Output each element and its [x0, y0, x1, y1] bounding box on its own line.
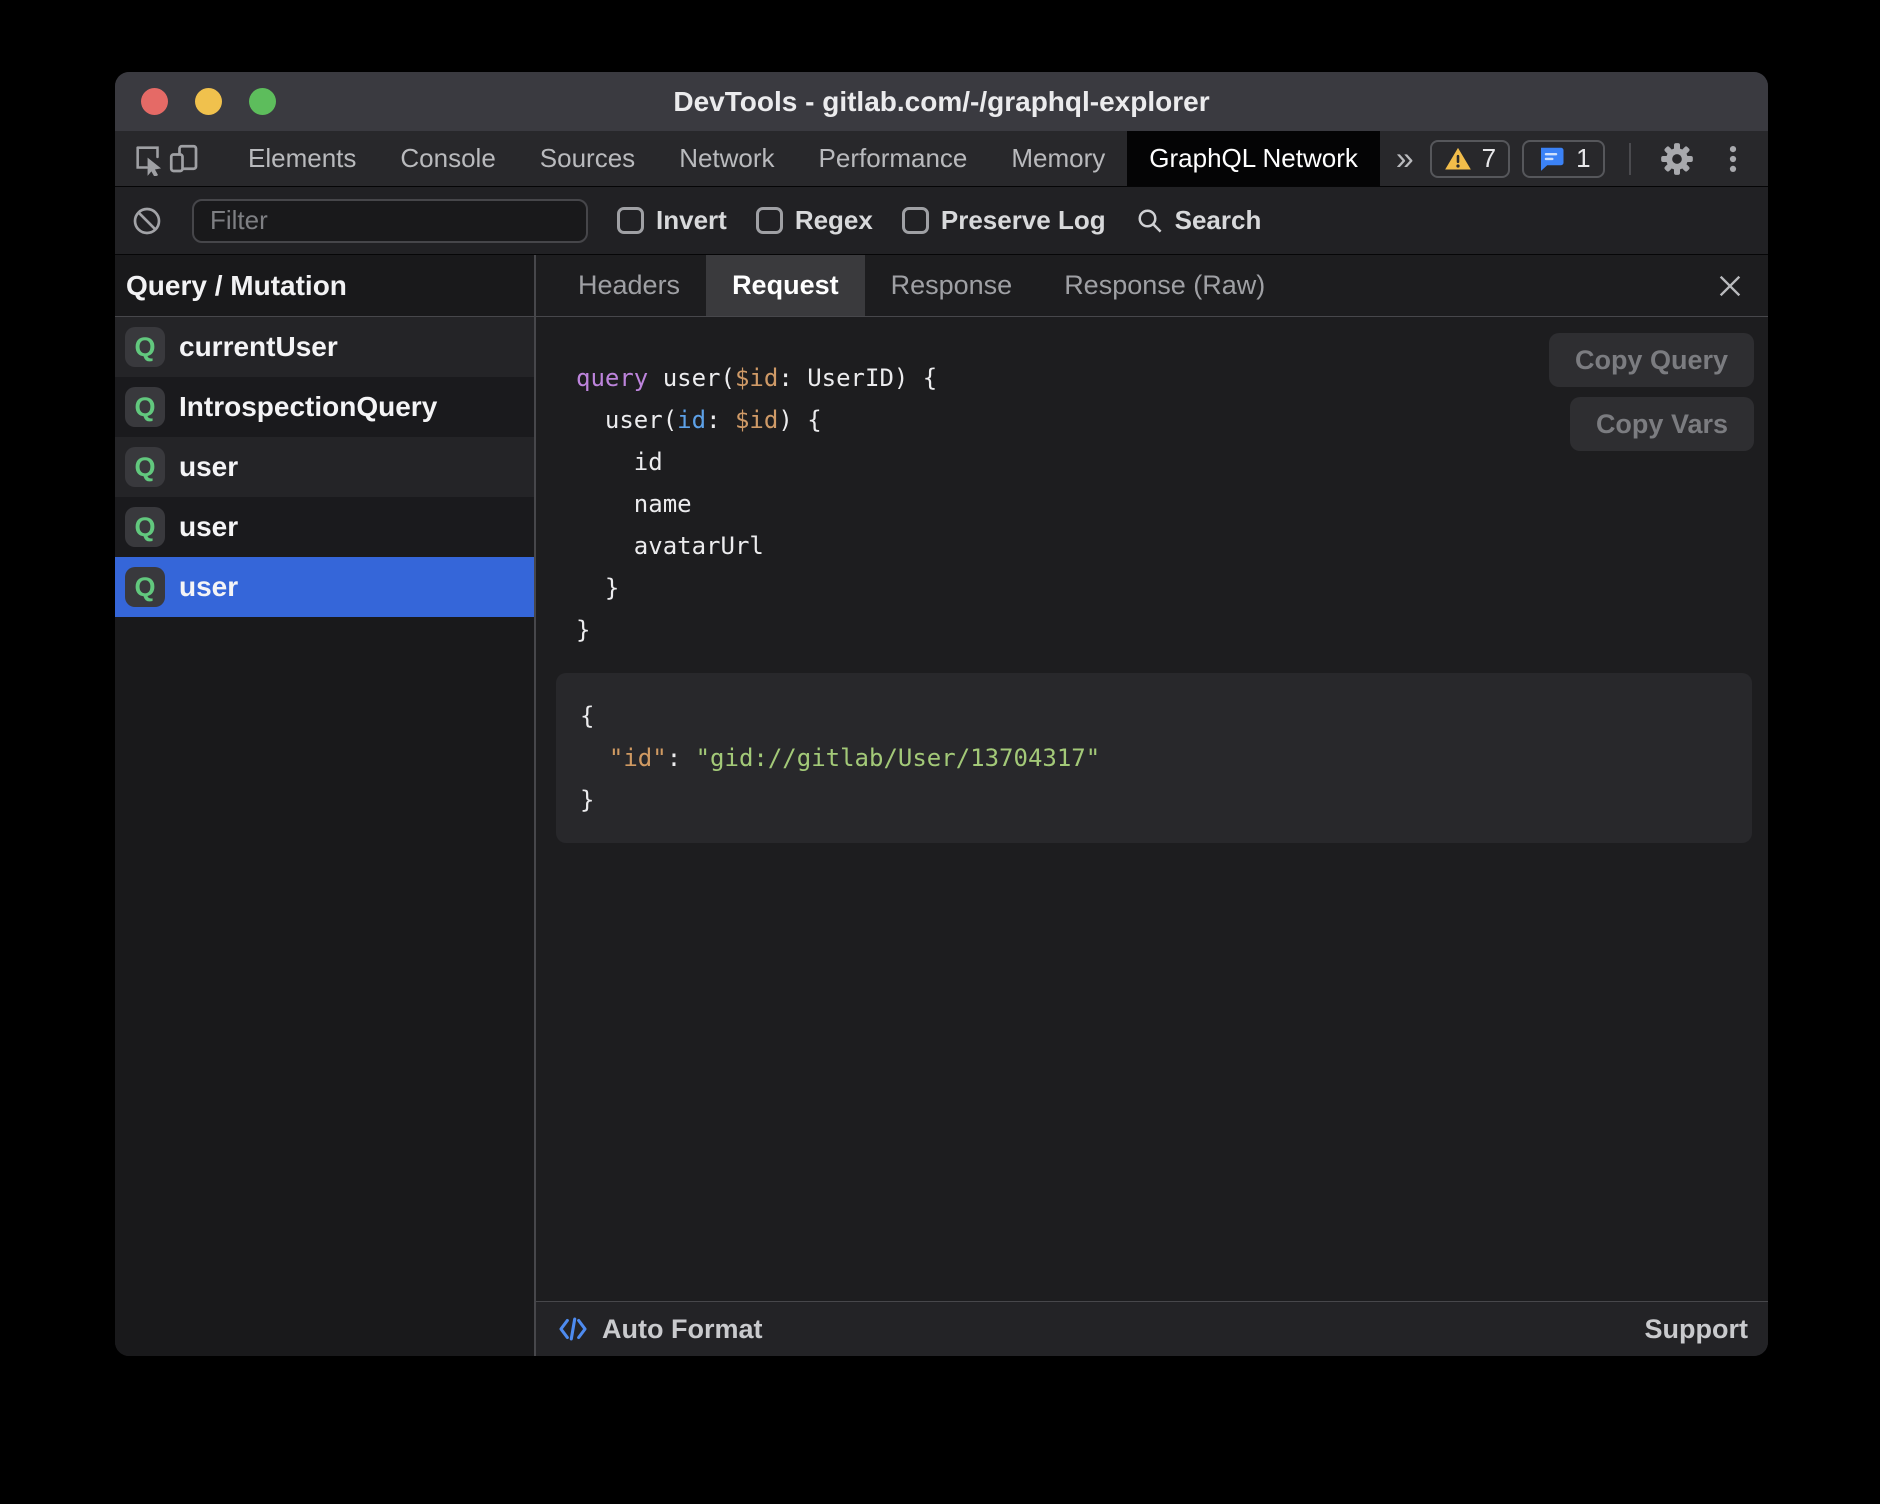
devtools-window: DevTools - gitlab.com/-/graphql-explorer… — [115, 72, 1768, 1356]
query-list-item[interactable]: Q user — [115, 437, 534, 497]
query-list-item-label: IntrospectionQuery — [179, 391, 437, 423]
query-list-item[interactable]: Q currentUser — [115, 317, 534, 377]
auto-format-label: Auto Format — [602, 1314, 762, 1345]
preserve-log-checkbox[interactable] — [902, 207, 929, 234]
query-variables-box: { "id": "gid://gitlab/User/13704317" } — [556, 673, 1752, 843]
regex-label: Regex — [795, 205, 873, 236]
detail-panel-tabs: Headers Request Response Response (Raw) — [536, 255, 1768, 317]
query-list-item[interactable]: Q user — [115, 497, 534, 557]
tab-response-raw[interactable]: Response (Raw) — [1038, 255, 1291, 316]
sidebar-header: Query / Mutation — [115, 255, 534, 317]
auto-format-button[interactable]: Auto Format — [556, 1312, 762, 1346]
tab-memory[interactable]: Memory — [989, 131, 1127, 186]
more-tabs-chevron[interactable]: » — [1380, 140, 1430, 177]
close-panel-icon[interactable] — [1714, 270, 1746, 302]
invert-checkbox-group[interactable]: Invert — [617, 205, 727, 236]
preserve-log-label: Preserve Log — [941, 205, 1106, 236]
query-list-item-label: currentUser — [179, 331, 338, 363]
tab-sources[interactable]: Sources — [518, 131, 657, 186]
zoom-window-button[interactable] — [249, 88, 276, 115]
query-type-badge: Q — [125, 507, 165, 547]
close-window-button[interactable] — [141, 88, 168, 115]
tab-headers[interactable]: Headers — [552, 255, 706, 316]
query-type-badge: Q — [125, 327, 165, 367]
tab-network[interactable]: Network — [657, 131, 796, 186]
query-list-item-label: user — [179, 451, 238, 483]
warning-count: 7 — [1482, 143, 1496, 174]
device-toolbar-icon[interactable] — [166, 137, 202, 181]
regex-checkbox-group[interactable]: Regex — [756, 205, 873, 236]
detail-panel: Headers Request Response Response (Raw) … — [536, 255, 1768, 1356]
inspect-element-icon[interactable] — [132, 137, 166, 181]
toolbar-divider — [1629, 143, 1631, 175]
copy-vars-button[interactable]: Copy Vars — [1570, 397, 1754, 451]
preserve-log-checkbox-group[interactable]: Preserve Log — [902, 205, 1106, 236]
tab-elements[interactable]: Elements — [226, 131, 378, 186]
search-label: Search — [1175, 205, 1262, 236]
invert-label: Invert — [656, 205, 727, 236]
query-list-item-label: user — [179, 571, 238, 603]
settings-gear-icon[interactable] — [1655, 137, 1699, 181]
status-bar: Auto Format Support — [536, 1301, 1768, 1356]
query-list-item-selected[interactable]: Q user — [115, 557, 534, 617]
issues-badge[interactable]: 1 — [1522, 140, 1604, 178]
tab-request[interactable]: Request — [706, 255, 865, 316]
query-list-item[interactable]: Q IntrospectionQuery — [115, 377, 534, 437]
tab-response[interactable]: Response — [865, 255, 1039, 316]
tab-graphql-network[interactable]: GraphQL Network — [1127, 131, 1380, 186]
invert-checkbox[interactable] — [617, 207, 644, 234]
query-type-badge: Q — [125, 387, 165, 427]
query-type-badge: Q — [125, 447, 165, 487]
query-list-item-label: user — [179, 511, 238, 543]
query-type-badge: Q — [125, 567, 165, 607]
filter-bar: Invert Regex Preserve Log Search — [115, 187, 1768, 255]
message-icon — [1536, 144, 1566, 174]
regex-checkbox[interactable] — [756, 207, 783, 234]
tab-console[interactable]: Console — [378, 131, 517, 186]
request-content: query user($id: UserID) { user(id: $id) … — [536, 317, 1768, 1301]
devtools-toolbar: Elements Console Sources Network Perform… — [115, 131, 1768, 187]
issues-count: 1 — [1576, 143, 1590, 174]
warning-icon — [1444, 145, 1472, 173]
title-bar: DevTools - gitlab.com/-/graphql-explorer — [115, 72, 1768, 131]
query-list-sidebar: Query / Mutation Q currentUser Q Introsp… — [115, 255, 536, 1356]
support-link[interactable]: Support — [1645, 1314, 1748, 1345]
code-brackets-icon — [556, 1312, 590, 1346]
search-button[interactable]: Search — [1135, 205, 1262, 236]
traffic-lights — [141, 72, 276, 131]
tab-performance[interactable]: Performance — [797, 131, 990, 186]
warnings-badge[interactable]: 7 — [1430, 140, 1510, 178]
window-title: DevTools - gitlab.com/-/graphql-explorer — [115, 86, 1768, 118]
filter-input[interactable] — [192, 199, 588, 243]
minimize-window-button[interactable] — [195, 88, 222, 115]
kebab-menu-icon[interactable] — [1711, 137, 1755, 181]
search-icon — [1135, 206, 1165, 236]
copy-query-button[interactable]: Copy Query — [1549, 333, 1754, 387]
clear-block-icon[interactable] — [131, 205, 163, 237]
